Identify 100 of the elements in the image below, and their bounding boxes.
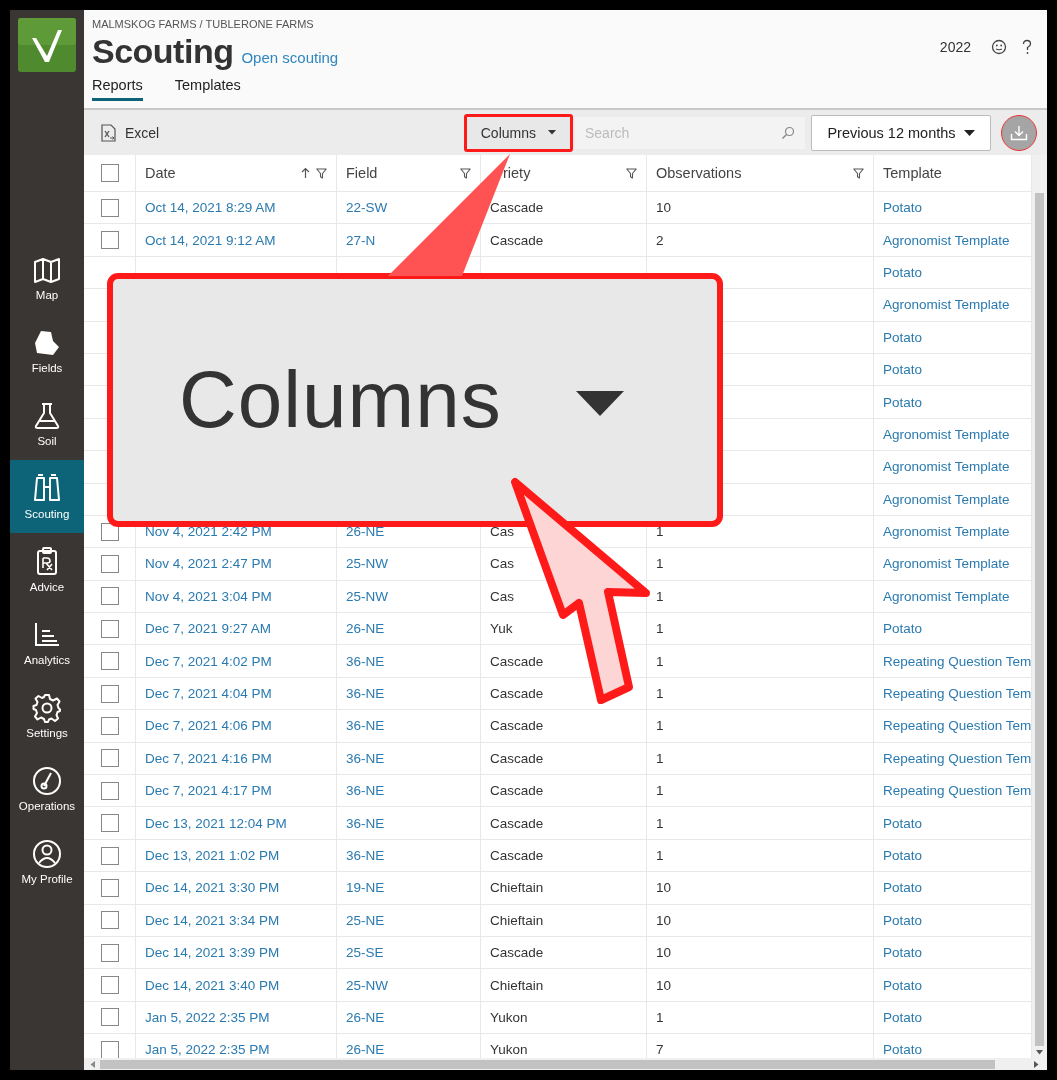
date-link[interactable]: Oct 14, 2021 9:12 AM	[145, 232, 276, 248]
column-header[interactable]: Observations	[647, 155, 874, 191]
column-header[interactable]: Date	[136, 155, 337, 191]
template-link[interactable]: Potato	[883, 621, 923, 637]
field-link[interactable]: 19-NE	[346, 880, 385, 896]
date-link[interactable]: Dec 14, 2021 3:34 PM	[145, 912, 280, 928]
row-checkbox[interactable]	[100, 555, 119, 573]
horizontal-scrollbar[interactable]	[84, 1058, 1047, 1070]
select-all-checkbox[interactable]	[100, 164, 119, 182]
date-link[interactable]: Dec 14, 2021 3:30 PM	[145, 880, 280, 896]
excel-button[interactable]: Excel	[100, 123, 160, 142]
template-link[interactable]: Agronomist Template	[883, 556, 1010, 572]
template-link[interactable]: Potato	[883, 329, 923, 345]
vertical-scrollbar[interactable]	[1032, 155, 1047, 1058]
date-link[interactable]: Dec 13, 2021 1:02 PM	[145, 848, 280, 863]
field-link[interactable]: 26-NE	[346, 621, 385, 637]
template-link[interactable]: Repeating Question Tem	[883, 653, 1031, 669]
filter-icon[interactable]	[626, 167, 637, 179]
nav-item[interactable]: Advice	[10, 533, 84, 606]
row-checkbox[interactable]	[100, 231, 119, 250]
template-link[interactable]: Potato	[883, 1009, 923, 1025]
date-link[interactable]: Dec 7, 2021 4:04 PM	[145, 686, 272, 702]
date-link[interactable]: Dec 7, 2021 4:02 PM	[145, 653, 272, 669]
field-link[interactable]: 25-SE	[346, 945, 384, 961]
template-link[interactable]: Repeating Question Tem	[883, 783, 1031, 799]
template-link[interactable]: Potato	[883, 912, 923, 928]
row-checkbox[interactable]	[100, 943, 119, 962]
date-link[interactable]: Dec 7, 2021 4:16 PM	[145, 750, 272, 766]
template-link[interactable]: Potato	[883, 264, 923, 280]
nav-item[interactable]: Settings	[10, 679, 84, 752]
template-link[interactable]: Potato	[883, 1042, 923, 1058]
template-link[interactable]: Potato	[883, 815, 923, 831]
date-link[interactable]: Nov 4, 2021 2:47 PM	[145, 556, 272, 572]
template-link[interactable]: Agronomist Template	[883, 491, 1010, 507]
row-checkbox[interactable]	[100, 522, 119, 541]
date-link[interactable]: Dec 14, 2021 3:39 PM	[145, 945, 280, 961]
template-link[interactable]: Potato	[883, 200, 923, 216]
date-link[interactable]: Jan 5, 2022 2:35 PM	[145, 1009, 270, 1025]
template-link[interactable]: Potato	[883, 394, 923, 410]
row-checkbox[interactable]	[100, 814, 119, 833]
row-checkbox[interactable]	[100, 749, 119, 768]
nav-item[interactable]: Scouting	[10, 460, 84, 533]
download-button[interactable]	[1001, 114, 1037, 151]
year-selector[interactable]: 2022	[939, 39, 971, 55]
search-field[interactable]: Search	[575, 116, 805, 149]
row-checkbox[interactable]	[100, 587, 119, 606]
date-link[interactable]: Dec 7, 2021 4:06 PM	[145, 718, 272, 734]
field-link[interactable]: 26-NE	[346, 1009, 385, 1025]
help-icon[interactable]	[1021, 39, 1033, 55]
field-link[interactable]: 26-NE	[346, 1042, 385, 1058]
field-link[interactable]: 36-NE	[346, 848, 385, 863]
template-link[interactable]: Agronomist Template	[883, 426, 1010, 442]
row-checkbox[interactable]	[100, 1008, 119, 1027]
row-checkbox[interactable]	[100, 781, 119, 800]
row-checkbox[interactable]	[100, 846, 119, 865]
date-link[interactable]: Nov 4, 2021 2:42 PM	[145, 524, 272, 540]
filter-icon[interactable]	[316, 167, 327, 179]
template-link[interactable]: Agronomist Template	[883, 459, 1010, 475]
nav-item[interactable]: Map	[10, 241, 84, 314]
row-checkbox[interactable]	[100, 878, 119, 897]
template-link[interactable]: Potato	[883, 880, 923, 896]
template-link[interactable]: Repeating Question Tem	[883, 750, 1031, 766]
field-link[interactable]: 36-NE	[346, 653, 385, 669]
date-link[interactable]: Dec 7, 2021 9:27 AM	[145, 621, 272, 637]
field-link[interactable]: 36-NE	[346, 815, 385, 831]
template-link[interactable]: Agronomist Template	[883, 232, 1010, 248]
field-link[interactable]: 36-NE	[346, 750, 385, 766]
nav-item[interactable]: My Profile	[10, 825, 84, 898]
template-link[interactable]: Agronomist Template	[883, 297, 1010, 313]
field-link[interactable]: 26-NE	[346, 524, 385, 540]
template-link[interactable]: Potato	[883, 848, 923, 863]
field-link[interactable]: 25-NW	[346, 556, 388, 572]
date-link[interactable]: Oct 14, 2021 8:29 AM	[145, 200, 276, 216]
field-link[interactable]: 36-NE	[346, 686, 385, 702]
template-link[interactable]: Potato	[883, 977, 923, 993]
row-checkbox[interactable]	[100, 619, 119, 638]
date-link[interactable]: Dec 7, 2021 4:17 PM	[145, 783, 272, 799]
nav-item[interactable]: Soil	[10, 387, 84, 460]
nav-item[interactable]: Fields	[10, 314, 84, 387]
row-checkbox[interactable]	[100, 716, 119, 735]
filter-icon[interactable]	[853, 167, 864, 179]
row-checkbox[interactable]	[100, 652, 119, 671]
field-link[interactable]: 25-NE	[346, 912, 385, 928]
period-dropdown[interactable]: Previous 12 months	[811, 114, 991, 151]
field-link[interactable]: 36-NE	[346, 718, 385, 734]
template-link[interactable]: Potato	[883, 362, 923, 378]
row-checkbox[interactable]	[100, 198, 119, 217]
open-scouting-link[interactable]: Open scouting	[241, 49, 339, 66]
smiley-icon[interactable]	[991, 39, 1007, 55]
template-link[interactable]: Repeating Question Tem	[883, 718, 1031, 734]
row-checkbox[interactable]	[100, 1040, 119, 1058]
tab[interactable]: Templates	[174, 77, 241, 101]
template-link[interactable]: Repeating Question Tem	[883, 686, 1031, 702]
nav-item[interactable]: Operations	[10, 752, 84, 825]
template-link[interactable]: Agronomist Template	[883, 588, 1010, 604]
tab[interactable]: Reports	[92, 77, 143, 101]
row-checkbox[interactable]	[100, 911, 119, 930]
columns-button[interactable]: Columns	[463, 113, 573, 152]
filter-icon[interactable]	[460, 167, 471, 179]
date-link[interactable]: Dec 14, 2021 3:40 PM	[145, 977, 280, 993]
